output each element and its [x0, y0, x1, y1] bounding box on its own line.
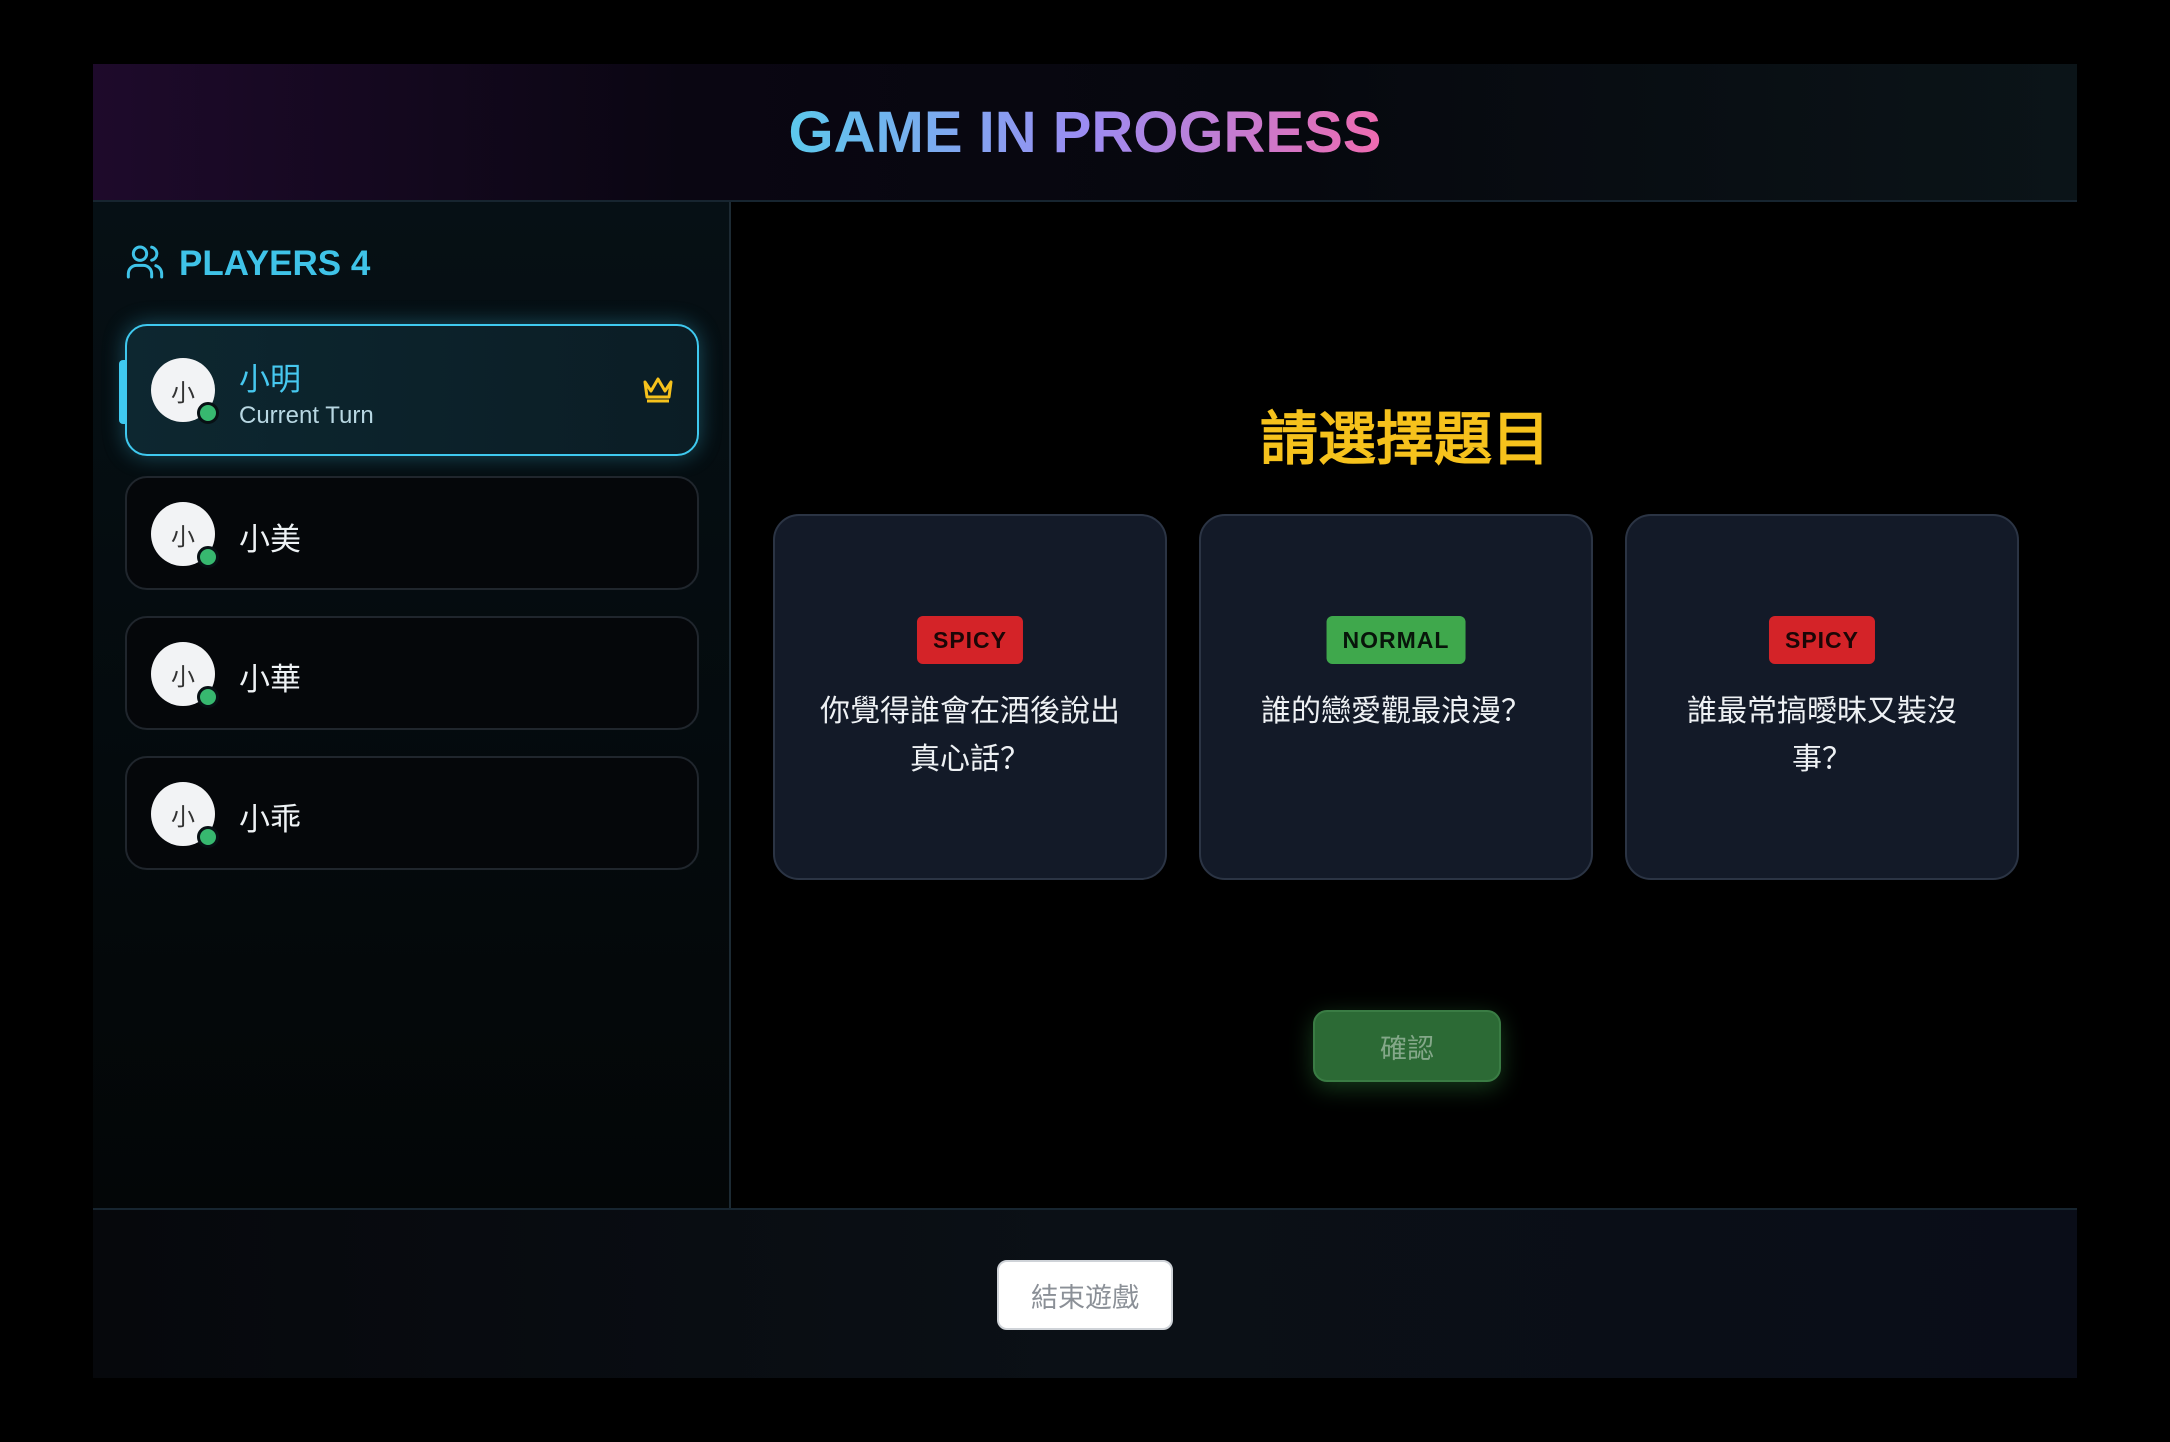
confirm-button[interactable]: 確認 [1313, 1010, 1501, 1082]
player-card[interactable]: 小 小乖 [125, 756, 699, 870]
player-name: 小美 [239, 522, 301, 558]
online-status-dot [197, 402, 219, 424]
game-app: GAME IN PROGRESS PLAYERS 4 小 小明 Current … [93, 64, 2077, 1378]
avatar-initial: 小 [171, 802, 195, 831]
avatar: 小 [151, 358, 219, 424]
current-turn-label: Current Turn [239, 402, 374, 429]
question-panel: 請選擇題目 SPICY 你覺得誰會在酒後說出真心話？ NORMAL 誰的戀愛觀最… [733, 202, 2077, 1208]
header: GAME IN PROGRESS [93, 64, 2077, 202]
online-status-dot [197, 826, 219, 848]
question-text: 誰最常搞曖昧又裝沒事？ [1687, 694, 1957, 777]
avatar-initial: 小 [171, 662, 195, 691]
question-card[interactable]: NORMAL 誰的戀愛觀最浪漫？ [1199, 514, 1593, 880]
avatar: 小 [151, 782, 219, 848]
active-indicator [119, 360, 127, 424]
player-card[interactable]: 小 小華 [125, 616, 699, 730]
player-name: 小乖 [239, 802, 301, 838]
question-text: 誰的戀愛觀最浪漫？ [1261, 694, 1531, 729]
avatar: 小 [151, 642, 219, 708]
question-card[interactable]: SPICY 誰最常搞曖昧又裝沒事？ [1625, 514, 2019, 880]
question-card[interactable]: SPICY 你覺得誰會在酒後說出真心話？ [773, 514, 1167, 880]
end-game-button[interactable]: 結束遊戲 [997, 1260, 1173, 1330]
question-text: 你覺得誰會在酒後說出真心話？ [820, 694, 1120, 777]
player-name: 小明 [239, 362, 301, 398]
choose-question-heading: 請選擇題目 [1259, 405, 1550, 473]
normal-badge: NORMAL [1326, 616, 1466, 664]
player-card-active[interactable]: 小 小明 Current Turn [119, 324, 699, 456]
spicy-badge: SPICY [1768, 616, 1876, 664]
footer: 結束遊戲 [93, 1208, 2077, 1378]
avatar: 小 [151, 502, 219, 568]
player-name: 小華 [239, 662, 301, 698]
player-card[interactable]: 小 小美 [125, 476, 699, 590]
online-status-dot [197, 546, 219, 568]
players-header: PLAYERS 4 [125, 242, 370, 286]
crown-icon [641, 374, 675, 404]
players-count-label: PLAYERS 4 [179, 244, 371, 283]
spicy-badge: SPICY [916, 616, 1024, 664]
page-title: GAME IN PROGRESS [788, 99, 1382, 165]
online-status-dot [197, 686, 219, 708]
users-icon [125, 242, 165, 286]
avatar-initial: 小 [171, 378, 195, 407]
players-sidebar: PLAYERS 4 小 小明 Current Turn 小 小美 小 小華 小 … [93, 202, 731, 1208]
avatar-initial: 小 [171, 522, 195, 551]
